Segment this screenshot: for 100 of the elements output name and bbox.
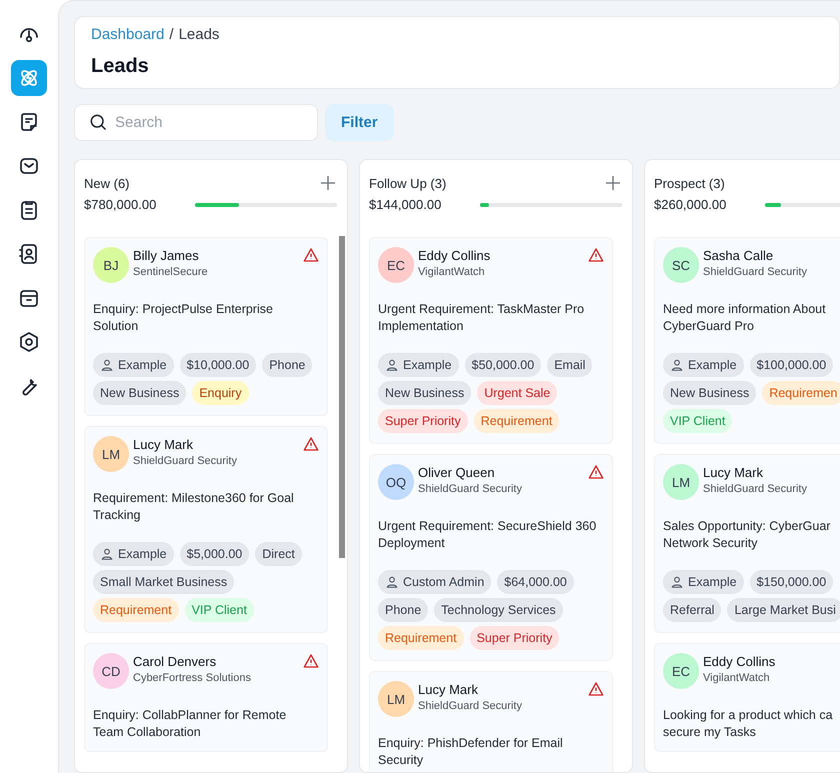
- warning-icon[interactable]: [588, 464, 604, 480]
- warning-icon[interactable]: [588, 681, 604, 697]
- owner-tag: Example: [93, 353, 174, 377]
- company-name: CyberFortress Solutions: [133, 672, 252, 684]
- column-title: Follow Up (3): [369, 176, 446, 190]
- lead-subject: Enquiry: ProjectPulse Enterprise Solution: [93, 301, 274, 335]
- tag: VIP Client: [184, 598, 254, 622]
- person-icon: [385, 575, 399, 589]
- lead-name: Lucy Mark: [133, 437, 194, 452]
- owner-tag: Example: [663, 570, 744, 594]
- avatar: BJ: [93, 247, 129, 283]
- person-icon: [100, 547, 114, 561]
- avatar: LM: [378, 681, 414, 717]
- tag: $5,000.00: [180, 542, 250, 566]
- person-icon: [670, 575, 684, 589]
- search-field[interactable]: Search: [74, 104, 318, 141]
- lead-name: Lucy Mark: [418, 682, 479, 697]
- company-name: ShieldGuard Security: [418, 483, 523, 495]
- tag: $64,000.00: [497, 570, 574, 594]
- lead-name: Billy James: [133, 248, 200, 263]
- tag: Email: [547, 353, 592, 377]
- avatar: LM: [663, 464, 699, 500]
- owner-tag: Example: [663, 353, 744, 377]
- lead-name: Eddy Collins: [703, 654, 776, 669]
- lead-subject: Enquiry: CollabPlanner for Remote Team Collaboration: [93, 707, 288, 741]
- tag: Requiremen: [762, 381, 840, 405]
- lead-name: Eddy Collins: [418, 248, 492, 263]
- owner-tag: Custom Admin: [378, 570, 492, 594]
- tag: Direct: [255, 542, 302, 566]
- lead-subject: Need more information About CyberGuard Pro: [663, 301, 827, 335]
- tag: $150,000.00: [750, 570, 834, 594]
- tag: Requirement: [378, 626, 464, 650]
- tag: Urgent Sale: [477, 381, 558, 405]
- add-button[interactable]: [604, 174, 622, 192]
- tag: Super Priority: [470, 626, 560, 650]
- tag: Super Priority: [378, 409, 468, 433]
- plus-icon: [319, 174, 337, 192]
- tag: VIP Client: [663, 409, 732, 433]
- tag: Large Market Busi: [727, 598, 840, 622]
- tag: New Business: [378, 381, 472, 405]
- column-title: New (6): [84, 176, 130, 190]
- tag: $10,000.00: [180, 353, 256, 377]
- breadcrumb-link[interactable]: Dashboard: [91, 26, 164, 43]
- lead-subject: Enquiry: PhishDefender for Email Security: [378, 735, 564, 769]
- lead-name: Oliver Queen: [418, 465, 496, 480]
- warning-icon[interactable]: [303, 653, 319, 669]
- tag: New Business: [93, 381, 186, 405]
- avatar: CD: [93, 653, 129, 689]
- tag: Technology Services: [434, 598, 563, 622]
- lead-card[interactable]: BJ Billy James SentinelSecure Enquiry: ProjectPulse Enterprise Solution Example $10,000.00 Phone New Business Enquiry: [84, 237, 328, 416]
- tag: Small Market Business: [93, 570, 234, 594]
- company-name: VigilantWatch: [703, 672, 771, 684]
- person-icon: [670, 358, 684, 372]
- warning-icon[interactable]: [303, 436, 319, 452]
- nav-icon: [17, 330, 41, 354]
- tag: Requirement: [474, 409, 560, 433]
- plus-icon: [604, 174, 622, 192]
- warning-icon[interactable]: [588, 247, 604, 263]
- column-title: Prospect (3): [654, 176, 725, 190]
- add-button[interactable]: [319, 174, 337, 192]
- tag: Referral: [663, 598, 722, 622]
- tag: $50,000.00: [464, 353, 542, 377]
- lead-subject: Sales Opportunity: CyberGuar Network Security: [663, 518, 832, 552]
- avatar: LM: [93, 436, 129, 472]
- lead-subject: Looking for a product which ca secure my Tasks: [663, 707, 834, 741]
- lead-name: Lucy Mark: [703, 465, 764, 480]
- company-name: ShieldGuard Security: [133, 455, 238, 467]
- owner-tag: Example: [93, 542, 174, 566]
- tag: $100,000.00: [750, 353, 834, 377]
- avatar: OQ: [378, 464, 414, 500]
- tag: Phone: [262, 353, 312, 377]
- breadcrumb-separator: /: [169, 26, 174, 43]
- lead-subject: Requirement: Milestone360 for Goal Tracking: [93, 490, 295, 524]
- company-name: ShieldGuard Security: [703, 483, 808, 495]
- tag: Enquiry: [192, 381, 249, 405]
- lead-name: Carol Denvers: [133, 654, 218, 669]
- tag: Phone: [378, 598, 428, 622]
- tag: New Business: [663, 381, 756, 405]
- company-name: SentinelSecure: [133, 266, 209, 278]
- breadcrumb-current: Leads: [178, 26, 220, 43]
- scrollbar[interactable]: [339, 236, 345, 558]
- person-icon: [385, 358, 399, 372]
- page-title: Leads: [91, 55, 150, 78]
- avatar: EC: [378, 247, 414, 283]
- lead-subject: Urgent Requirement: SecureShield 360 Deployment: [378, 518, 598, 552]
- warning-icon[interactable]: [303, 247, 319, 263]
- column-total: $780,000.00: [84, 197, 156, 212]
- column-total: $144,000.00: [369, 197, 442, 212]
- avatar: SC: [663, 247, 699, 283]
- company-name: ShieldGuard Security: [418, 700, 523, 712]
- person-icon: [100, 358, 114, 372]
- lead-name: Sasha Calle: [703, 248, 774, 263]
- lead-subject: Urgent Requirement: TaskMaster Pro Implementation: [378, 301, 586, 335]
- avatar: EC: [663, 653, 699, 689]
- owner-tag: Example: [378, 353, 459, 377]
- tag: Requirement: [93, 598, 179, 622]
- company-name: VigilantWatch: [418, 266, 486, 278]
- column-total: $260,000.00: [654, 197, 726, 212]
- company-name: ShieldGuard Security: [703, 266, 808, 278]
- filter-button[interactable]: Filter: [325, 104, 394, 141]
